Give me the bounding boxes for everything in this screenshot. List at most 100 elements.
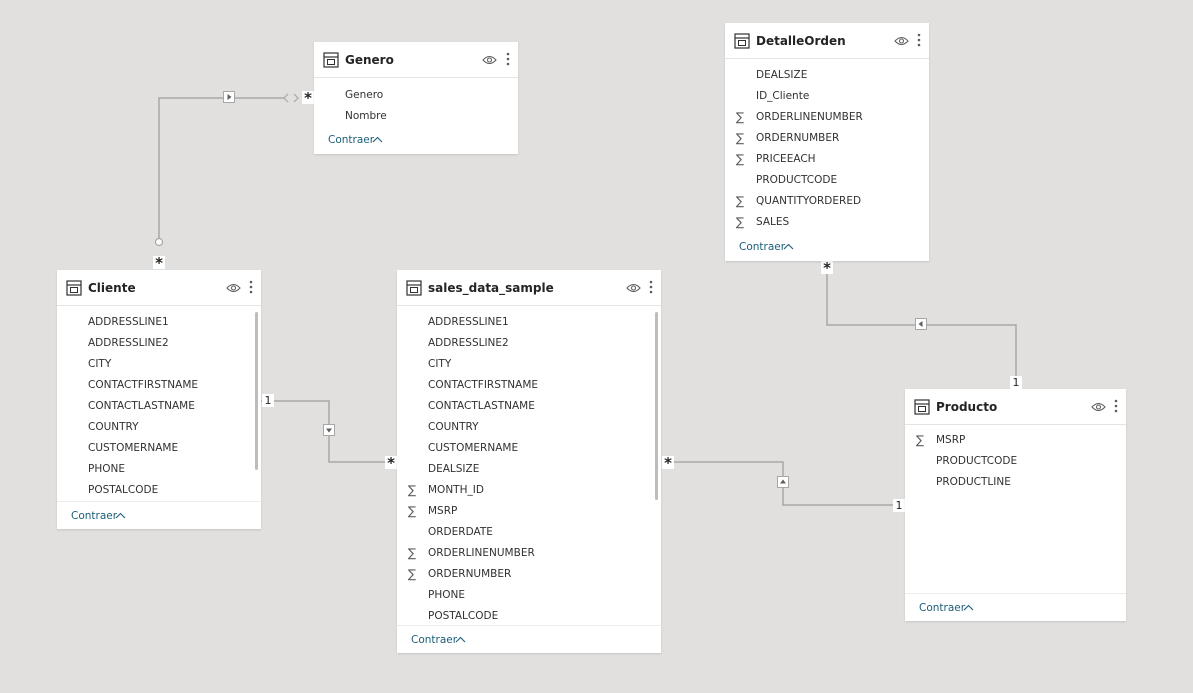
table-icon [406, 280, 422, 296]
field-row[interactable]: ∑ ORDERLINENUMBER [397, 543, 661, 564]
chevron-up-icon[interactable] [455, 636, 466, 643]
sum-icon: ∑ [736, 110, 745, 124]
field-row[interactable]: ADDRESSLINE2 [57, 333, 261, 354]
more-options-icon[interactable] [648, 279, 654, 295]
field-name: PRODUCTLINE [936, 476, 1011, 488]
field-name: ADDRESSLINE1 [428, 316, 509, 328]
more-options-icon[interactable] [505, 51, 511, 67]
chevron-up-icon[interactable] [963, 604, 974, 611]
field-row[interactable]: ∑ SALES [725, 212, 929, 233]
field-row[interactable]: ∑ ORDERLINENUMBER [725, 107, 929, 128]
field-row[interactable]: CUSTOMERNAME [57, 438, 261, 459]
table-header[interactable]: Producto [905, 389, 1126, 425]
field-row[interactable]: CUSTOMERNAME [397, 438, 661, 459]
table-header[interactable]: DetalleOrden [725, 23, 929, 59]
field-row[interactable]: COUNTRY [397, 417, 661, 438]
field-row[interactable]: DEALSIZE [397, 459, 661, 480]
field-row[interactable]: CONTACTLASTNAME [57, 396, 261, 417]
sum-icon: ∑ [408, 567, 417, 581]
collapse-button[interactable]: Contraer [71, 510, 117, 522]
chevron-up-icon[interactable] [115, 512, 126, 519]
field-row[interactable]: POSTALCODE [57, 480, 261, 501]
table-card-genero[interactable]: Genero Genero Nombre Contraer [314, 42, 518, 154]
chevron-up-icon[interactable] [783, 243, 794, 250]
field-row[interactable]: CONTACTLASTNAME [397, 396, 661, 417]
chevron-up-icon[interactable] [372, 136, 383, 143]
collapse-button[interactable]: Contraer [328, 134, 374, 146]
field-row[interactable]: PRODUCTLINE [905, 472, 1126, 493]
field-row[interactable]: ∑ QUANTITYORDERED [725, 191, 929, 212]
field-row[interactable]: Genero [314, 85, 518, 106]
eye-icon[interactable] [226, 282, 241, 294]
field-name: MSRP [428, 505, 458, 517]
more-options-icon[interactable] [248, 279, 254, 295]
table-card-producto[interactable]: Producto ∑ MSRP PRODUCTCODE PRODUCTLINE Con… [905, 389, 1126, 621]
scrollbar[interactable] [655, 312, 658, 500]
field-row[interactable]: PRODUCTCODE [905, 451, 1126, 472]
field-list: ADDRESSLINE1 ADDRESSLINE2 CITY CONTACTFIRST… [397, 312, 661, 627]
field-row[interactable]: CONTACTFIRSTNAME [397, 375, 661, 396]
table-header[interactable]: Genero [314, 42, 518, 78]
field-row[interactable]: POSTALCODE [397, 606, 661, 627]
eye-icon[interactable] [1091, 401, 1106, 413]
table-card-cliente[interactable]: Cliente ADDRESSLINE1 ADDRESSLINE2 CITY CONT… [57, 270, 261, 529]
field-row[interactable]: ∑ ORDERNUMBER [725, 128, 929, 149]
table-title: DetalleOrden [756, 34, 846, 48]
field-row[interactable]: ∑ ORDERNUMBER [397, 564, 661, 585]
field-row[interactable]: ADDRESSLINE2 [397, 333, 661, 354]
field-row[interactable]: ∑ MSRP [397, 501, 661, 522]
scrollbar[interactable] [255, 312, 258, 470]
table-header[interactable]: Cliente [57, 270, 261, 306]
field-name: PRODUCTCODE [756, 174, 838, 186]
table-title: Cliente [88, 281, 136, 295]
cardinality-sales-producto-from: * [662, 456, 674, 471]
field-row[interactable]: ID_Cliente [725, 86, 929, 107]
sum-icon: ∑ [408, 483, 417, 497]
field-row[interactable]: PHONE [397, 585, 661, 606]
table-card-sales-data-sample[interactable]: sales_data_sample ADDRESSLINE1 ADDRESSLIN… [397, 270, 661, 653]
field-name: CONTACTLASTNAME [428, 400, 535, 412]
field-row[interactable]: DEALSIZE [725, 65, 929, 86]
table-footer: Contraer [905, 593, 1126, 621]
field-name: ORDERNUMBER [756, 132, 840, 144]
table-icon [914, 399, 930, 415]
field-row[interactable]: PHONE [57, 459, 261, 480]
collapse-button[interactable]: Contraer [411, 634, 457, 646]
eye-icon[interactable] [482, 54, 497, 66]
field-name: ORDERLINENUMBER [756, 111, 863, 123]
eye-icon[interactable] [894, 35, 909, 47]
field-name: PRICEEACH [756, 153, 816, 165]
field-list: ∑ MSRP PRODUCTCODE PRODUCTLINE [905, 430, 1126, 493]
eye-icon[interactable] [626, 282, 641, 294]
field-row[interactable]: PRODUCTCODE [725, 170, 929, 191]
collapse-button[interactable]: Contraer [919, 602, 965, 614]
field-row[interactable]: ADDRESSLINE1 [57, 312, 261, 333]
field-row[interactable]: ∑ PRICEEACH [725, 149, 929, 170]
field-row[interactable]: Nombre [314, 106, 518, 127]
more-options-icon[interactable] [916, 32, 922, 48]
table-footer: Contraer [57, 501, 261, 529]
more-options-icon[interactable] [1113, 398, 1119, 414]
field-row[interactable]: CONTACTFIRSTNAME [57, 375, 261, 396]
field-name: CITY [428, 358, 452, 370]
sum-icon: ∑ [916, 433, 925, 447]
field-row[interactable]: ORDERDATE [397, 522, 661, 543]
table-icon [66, 280, 82, 296]
filter-direction-up-icon [777, 476, 789, 488]
collapse-button[interactable]: Contraer [739, 241, 785, 253]
field-row[interactable]: ∑ MSRP [905, 430, 1126, 451]
field-row[interactable]: ∑ MONTH_ID [397, 480, 661, 501]
field-name: ORDERDATE [428, 526, 493, 538]
field-row[interactable]: CITY [57, 354, 261, 375]
field-row[interactable]: CITY [397, 354, 661, 375]
cardinality-cliente-sales-to: * [385, 456, 397, 471]
field-name: PHONE [428, 589, 465, 601]
field-name: CUSTOMERNAME [428, 442, 519, 454]
field-name: CONTACTFIRSTNAME [88, 379, 199, 391]
table-header[interactable]: sales_data_sample [397, 270, 661, 306]
field-name: PRODUCTCODE [936, 455, 1018, 467]
relationship-line-cliente-genero[interactable] [158, 97, 284, 238]
field-row[interactable]: ADDRESSLINE1 [397, 312, 661, 333]
table-card-detalleorden[interactable]: DetalleOrden DEALSIZE ID_Cliente ∑ ORDERLIN… [725, 23, 929, 261]
field-row[interactable]: COUNTRY [57, 417, 261, 438]
